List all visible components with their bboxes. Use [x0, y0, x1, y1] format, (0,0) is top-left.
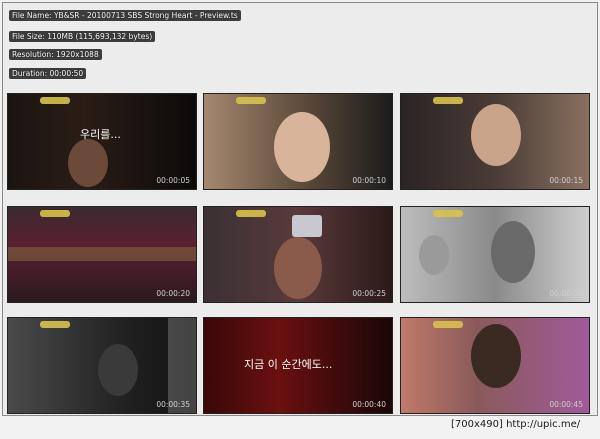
resolution-label: Resolution: 1920x1088: [9, 49, 102, 61]
thumbnail-timestamp: 00:00:10: [352, 176, 386, 185]
broadcast-logo: [40, 97, 70, 104]
thumbnail-timestamp: 00:00:25: [352, 289, 386, 298]
subtitle-caption: 우리를...: [80, 128, 121, 141]
stage-floor: [8, 247, 196, 261]
person-figure: [274, 112, 330, 182]
subtitle-caption: 지금 이 순간에도...: [244, 358, 333, 371]
broadcast-logo: [236, 97, 266, 104]
person-figure: [68, 139, 108, 187]
thumbnail-5[interactable]: 00:00:25: [203, 206, 393, 303]
thumbnail-8[interactable]: 지금 이 순간에도... 00:00:40: [203, 317, 393, 414]
broadcast-logo: [433, 97, 463, 104]
thumbnail-timestamp: 00:00:40: [352, 400, 386, 409]
thumbnail-4[interactable]: 00:00:20: [7, 206, 197, 303]
thumbnail-timestamp: 00:00:30: [549, 289, 583, 298]
thumbnail-9[interactable]: 00:00:45: [400, 317, 590, 414]
broadcast-logo: [433, 321, 463, 328]
person-figure: [471, 324, 521, 388]
thumbnail-timestamp: 00:00:35: [156, 400, 190, 409]
thumbnail-timestamp: 00:00:15: [549, 176, 583, 185]
broadcast-logo: [433, 210, 463, 217]
upload-watermark: [700x490] http://upic.me/: [451, 419, 581, 430]
thumbnail-3[interactable]: 00:00:15: [400, 93, 590, 190]
thumbnail-timestamp: 00:00:20: [156, 289, 190, 298]
file-name-label: File Name: YB&SR - 20100713 SBS Strong H…: [9, 10, 241, 22]
thumbnail-6[interactable]: 00:00:30: [400, 206, 590, 303]
thumbnail-timestamp: 00:00:05: [156, 176, 190, 185]
file-size-label: File Size: 110MB (115,693,132 bytes): [9, 31, 156, 43]
thumbnail-timestamp: 00:00:45: [549, 400, 583, 409]
broadcast-logo: [40, 210, 70, 217]
person-figure: [98, 344, 138, 396]
person-figure: [419, 235, 449, 275]
contact-sheet: File Name: YB&SR - 20100713 SBS Strong H…: [2, 2, 598, 416]
thumbnail-7[interactable]: 00:00:35: [7, 317, 197, 414]
broadcast-logo: [236, 210, 266, 217]
duration-label: Duration: 00:00:50: [9, 68, 87, 80]
thumbnail-1[interactable]: 우리를... 00:00:05: [7, 93, 197, 190]
broadcast-logo: [40, 321, 70, 328]
sign-board: [292, 215, 322, 237]
person-figure: [274, 237, 322, 299]
thumbnail-2[interactable]: 00:00:10: [203, 93, 393, 190]
person-figure: [491, 221, 535, 283]
person-figure: [471, 104, 521, 166]
